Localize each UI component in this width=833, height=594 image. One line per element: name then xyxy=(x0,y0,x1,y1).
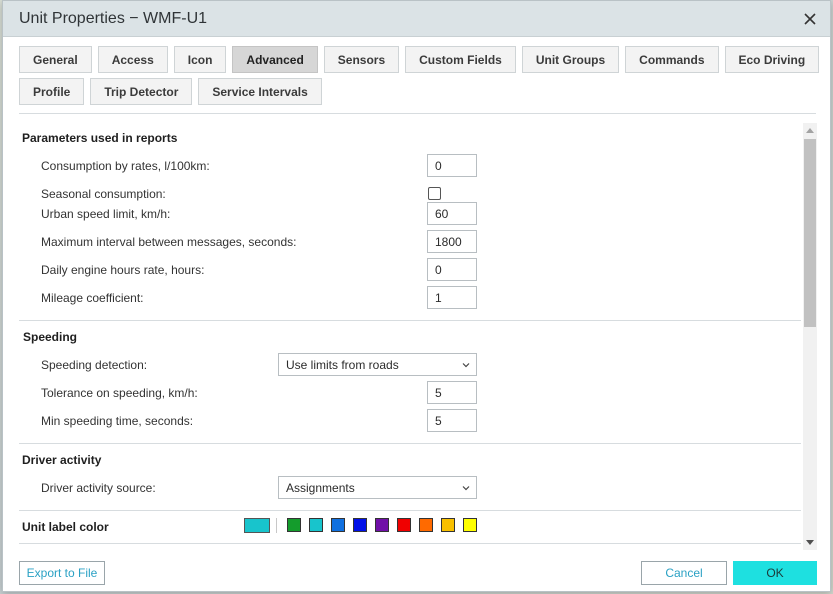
speeding-detection-row: Speeding detection: Use limits from road… xyxy=(19,353,801,377)
section-divider xyxy=(19,510,801,511)
urban-speed-input[interactable]: 60 xyxy=(427,202,477,225)
export-to-file-button[interactable]: Export to File xyxy=(19,561,105,585)
engine-hours-input[interactable]: 0 xyxy=(427,258,477,281)
seasonal-checkbox[interactable] xyxy=(428,187,441,200)
tab-trip-detector[interactable]: Trip Detector xyxy=(90,78,193,105)
ok-button[interactable]: OK xyxy=(733,561,817,585)
tab-access[interactable]: Access xyxy=(97,46,168,73)
max-interval-input[interactable]: 1800 xyxy=(427,230,477,253)
tab-bar: General Access Icon Advanced Sensors Custom F… xyxy=(19,46,820,110)
section-divider xyxy=(19,320,801,321)
section-divider xyxy=(19,543,801,544)
min-speeding-time-row: Min speeding time, seconds: 5 xyxy=(19,409,801,433)
tab-eco-driving[interactable]: Eco Driving xyxy=(724,46,820,73)
urban-speed-row: Urban speed limit, km/h: 60 xyxy=(19,202,801,226)
tab-advanced[interactable]: Advanced xyxy=(232,46,318,73)
chevron-down-icon xyxy=(462,363,470,368)
speeding-detection-label: Speeding detection: xyxy=(41,358,148,372)
urban-speed-label: Urban speed limit, km/h: xyxy=(41,207,171,221)
close-icon[interactable] xyxy=(800,9,820,29)
advanced-panel: Parameters used in reports Consumption b… xyxy=(19,122,801,552)
max-interval-label: Maximum interval between messages, secon… xyxy=(41,235,297,249)
tab-unit-groups[interactable]: Unit Groups xyxy=(521,46,620,73)
scroll-up-icon[interactable] xyxy=(806,127,814,133)
mileage-input[interactable]: 1 xyxy=(427,286,477,309)
palette-divider xyxy=(276,518,277,533)
unit-properties-dialog: Unit Properties − WMF-U1 General Access Ic… xyxy=(2,0,831,592)
min-speeding-time-input[interactable]: 5 xyxy=(427,409,477,432)
tab-custom-fields[interactable]: Custom Fields xyxy=(405,46,516,73)
color-swatch[interactable] xyxy=(287,518,301,532)
color-swatch[interactable] xyxy=(419,518,433,532)
color-swatch[interactable] xyxy=(463,518,477,532)
color-swatch[interactable] xyxy=(441,518,455,532)
engine-hours-row: Daily engine hours rate, hours: 0 xyxy=(19,258,801,282)
scroll-down-icon[interactable] xyxy=(806,540,814,546)
seasonal-label: Seasonal consumption: xyxy=(41,187,166,201)
reports-section-title: Parameters used in reports xyxy=(22,131,178,145)
cancel-button[interactable]: Cancel xyxy=(641,561,727,585)
color-swatch[interactable] xyxy=(397,518,411,532)
tolerance-label: Tolerance on speeding, km/h: xyxy=(41,386,198,400)
speeding-detection-value: Use limits from roads xyxy=(286,358,399,372)
max-interval-row: Maximum interval between messages, secon… xyxy=(19,230,801,254)
driver-source-row: Driver activity source: Assignments xyxy=(19,476,801,500)
driver-source-value: Assignments xyxy=(286,481,355,495)
color-swatch[interactable] xyxy=(309,518,323,532)
mileage-label: Mileage coefficient: xyxy=(41,291,144,305)
tolerance-input[interactable]: 5 xyxy=(427,381,477,404)
color-swatch[interactable] xyxy=(353,518,367,532)
tab-row-2: Profile Trip Detector Service Intervals xyxy=(19,78,819,105)
label-color-section-title: Unit label color xyxy=(22,520,109,534)
driver-source-select[interactable]: Assignments xyxy=(278,476,477,499)
engine-hours-label: Daily engine hours rate, hours: xyxy=(41,263,205,277)
speeding-section-title: Speeding xyxy=(23,330,78,344)
color-swatch[interactable] xyxy=(331,518,345,532)
consumption-row: Consumption by rates, l/100km: 0 xyxy=(19,154,801,178)
tab-profile[interactable]: Profile xyxy=(19,78,85,105)
mileage-row: Mileage coefficient: 1 xyxy=(19,286,801,310)
section-divider xyxy=(19,443,801,444)
tab-commands[interactable]: Commands xyxy=(625,46,719,73)
min-speeding-time-label: Min speeding time, seconds: xyxy=(41,414,194,428)
selected-color-swatch[interactable] xyxy=(244,518,270,533)
panel-scrollbar[interactable] xyxy=(803,123,817,550)
tolerance-row: Tolerance on speeding, km/h: 5 xyxy=(19,381,801,405)
driver-source-label: Driver activity source: xyxy=(41,481,156,495)
consumption-label: Consumption by rates, l/100km: xyxy=(41,159,210,173)
tab-general[interactable]: General xyxy=(19,46,92,73)
speeding-detection-select[interactable]: Use limits from roads xyxy=(278,353,477,376)
tab-row-1: General Access Icon Advanced Sensors Custom F… xyxy=(19,46,820,73)
tabs-divider xyxy=(19,113,816,114)
dialog-titlebar: Unit Properties − WMF-U1 xyxy=(3,1,830,37)
dialog-title: Unit Properties − WMF-U1 xyxy=(19,10,208,27)
tab-icon[interactable]: Icon xyxy=(173,46,227,73)
scrollbar-thumb[interactable] xyxy=(804,139,816,327)
color-swatch[interactable] xyxy=(375,518,389,532)
consumption-input[interactable]: 0 xyxy=(427,154,477,177)
driver-section-title: Driver activity xyxy=(22,453,102,467)
chevron-down-icon xyxy=(462,486,470,491)
tab-service-intervals[interactable]: Service Intervals xyxy=(198,78,322,105)
tab-sensors[interactable]: Sensors xyxy=(323,46,400,73)
